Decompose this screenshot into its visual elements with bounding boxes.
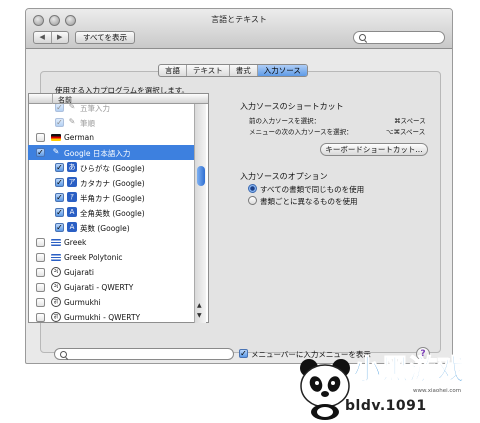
list-item-label: 五筆入力 [80, 104, 110, 113]
list-item-label: カタカナ (Google) [80, 179, 145, 188]
alphanumeric-icon: A [67, 222, 77, 232]
per-document-label: 書類ごとに異なるものを使用 [260, 197, 358, 206]
tab-language[interactable]: 言語 [159, 65, 186, 76]
list-item-label: 半角カナ (Google) [80, 194, 145, 203]
list-rows: ✓ ✎ 五筆入力 ✓ ✎ 筆順 German ✓ ✎ Google 日本語入力 ✓ あひらがな (Go… [28, 104, 209, 323]
enable-checkbox[interactable] [36, 313, 45, 322]
scroll-up-arrow-icon[interactable]: ▲ [197, 302, 202, 309]
enable-checkbox[interactable]: ✓ [55, 193, 64, 202]
pen-icon: ✎ [68, 117, 76, 126]
tab-input-sources[interactable]: 入力ソース [256, 65, 307, 76]
enable-checkbox[interactable]: ✓ [36, 148, 45, 157]
list-item[interactable]: ✓ ｱ半角カナ (Google) [28, 190, 198, 205]
halfwidth-kana-icon: ｱ [67, 192, 77, 202]
greek-flag-icon [51, 254, 61, 261]
hiragana-icon: あ [67, 162, 77, 172]
gujarati-icon: ગ [51, 267, 61, 277]
list-item-label: Google 日本語入力 [64, 149, 131, 158]
list-item[interactable]: ✓ ✎ 筆順 [28, 115, 198, 130]
list-item-label: Greek [64, 238, 87, 247]
enable-checkbox[interactable] [36, 268, 45, 277]
list-item-label: Gujarati [64, 268, 94, 277]
back-forward-buttons: ◀ ▶ [33, 31, 69, 44]
list-item-label: 英数 (Google) [80, 224, 130, 233]
gurmukhi-icon: ਗ [51, 312, 61, 322]
watermark-url: bldv.1091 [345, 398, 427, 414]
enable-checkbox[interactable]: ✓ [55, 163, 64, 172]
watermark-site: www.xiaohei.com [413, 388, 462, 394]
fullwidth-alnum-icon: A [67, 207, 77, 217]
enable-checkbox[interactable] [36, 133, 45, 142]
scroll-down-arrow-icon[interactable]: ▼ [197, 312, 202, 319]
gurmukhi-icon: ਗ [51, 297, 61, 307]
list-item-label: Greek Polytonic [64, 253, 123, 262]
list-item-label: Gurmukhi - QWERTY [64, 313, 141, 322]
prev-source-shortcut: ⌘スペース [394, 117, 426, 125]
list-item[interactable]: ગ Gujarati [28, 265, 198, 280]
enable-checkbox[interactable]: ✓ [55, 104, 64, 112]
list-item[interactable]: ਗ Gurmukhi - QWERTY [28, 310, 198, 323]
german-flag-icon [51, 134, 61, 141]
site-watermark: 小黑游戏 www.xiaohei.com bldv.1091 [285, 344, 480, 423]
list-scrollbar[interactable]: ▲ ▼ [194, 104, 206, 323]
list-item-label: 全角英数 (Google) [80, 209, 145, 218]
per-document-radio[interactable] [248, 196, 257, 205]
tab-bar: 言語 テキスト 書式 入力ソース [158, 64, 308, 77]
list-item[interactable]: German [28, 130, 198, 145]
preferences-search-field[interactable] [353, 31, 445, 44]
list-item[interactable]: ਗ Gurmukhi [28, 295, 198, 310]
enable-checkbox[interactable] [36, 298, 45, 307]
enable-checkbox[interactable]: ✓ [55, 223, 64, 232]
enable-checkbox[interactable]: ✓ [55, 178, 64, 187]
keyboard-shortcuts-button[interactable]: キーボードショートカット... [320, 143, 428, 156]
list-item[interactable]: ✓ アカタカナ (Google) [28, 175, 198, 190]
tab-text[interactable]: テキスト [186, 65, 229, 76]
katakana-icon: ア [67, 177, 77, 187]
show-input-menu-checkbox[interactable]: ✓ [239, 349, 248, 358]
pen-icon: ✎ [68, 104, 76, 111]
list-header: 名前 [29, 94, 208, 104]
google-ime-icon: ✎ [52, 147, 60, 156]
enable-checkbox[interactable] [36, 253, 45, 262]
greek-flag-icon [51, 239, 61, 246]
next-source-shortcut: ⌥⌘スペース [386, 128, 426, 136]
prev-source-label: 前の入力ソースを選択： [249, 117, 321, 125]
checkbox-column-header[interactable] [29, 94, 53, 104]
list-item[interactable]: ✓ ✎ 五筆入力 [28, 104, 198, 115]
forward-button[interactable]: ▶ [50, 32, 69, 43]
enable-checkbox[interactable] [36, 283, 45, 292]
back-button[interactable]: ◀ [34, 32, 51, 43]
next-source-label: メニューの次の入力ソースを選択： [249, 128, 353, 136]
watermark-brand-text: 小黑游戏 [352, 353, 466, 387]
gujarati-icon: ગ [51, 282, 61, 292]
same-for-all-label: すべての書類で同じものを使用 [260, 185, 365, 194]
watermark-brand: 小黑游戏 [352, 348, 480, 388]
enable-checkbox[interactable]: ✓ [55, 118, 64, 127]
list-item[interactable]: Greek Polytonic [28, 250, 198, 265]
list-item[interactable]: ✓ A 英数 (Google) [28, 220, 198, 235]
list-item[interactable]: ગ Gujarati - QWERTY [28, 280, 198, 295]
scrollbar-thumb[interactable] [197, 166, 205, 186]
window-title: 言語とテキスト [211, 15, 267, 24]
list-item-label: 筆順 [80, 119, 95, 128]
list-item[interactable]: ✓ A 全角英数 (Google) [28, 205, 198, 220]
list-item-label: ひらがな (Google) [80, 164, 145, 173]
show-all-button[interactable]: すべてを表示 [75, 31, 136, 44]
list-item-label: German [64, 133, 95, 142]
enable-checkbox[interactable]: ✓ [55, 208, 64, 217]
search-icon [60, 351, 67, 358]
input-source-search-field[interactable] [54, 348, 234, 360]
list-item[interactable]: ✓ あひらがな (Google) [28, 160, 198, 175]
list-item[interactable]: ✓ ✎ Google 日本語入力 [28, 145, 198, 160]
search-icon [359, 34, 366, 41]
same-for-all-radio[interactable] [248, 184, 257, 193]
list-item-label: Gurmukhi [64, 298, 101, 307]
tab-formats[interactable]: 書式 [228, 65, 257, 76]
shortcuts-heading: 入力ソースのショートカット [240, 102, 344, 111]
options-heading: 入力ソースのオプション [240, 172, 328, 181]
title-bar: 言語とテキスト ◀ ▶ すべてを表示 [26, 9, 452, 49]
list-item[interactable]: Greek [28, 235, 198, 250]
enable-checkbox[interactable] [36, 238, 45, 247]
list-item-label: Gujarati - QWERTY [64, 283, 134, 292]
